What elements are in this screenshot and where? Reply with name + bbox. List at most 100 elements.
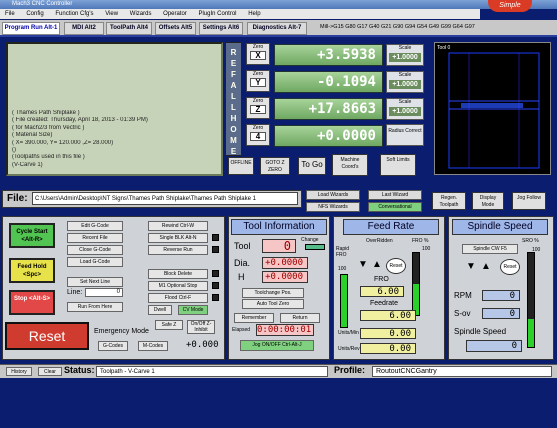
remember-button[interactable]: Remember	[234, 313, 274, 323]
flood-button[interactable]: Flood Ctrl-F	[148, 293, 208, 303]
dro-x[interactable]: +3.5938	[274, 44, 383, 66]
jog-toggle-button[interactable]: Jog ON/OFF Ctrl-Alt-J	[240, 340, 314, 351]
offline-button[interactable]: OFFLINE	[228, 157, 254, 175]
menu-operator[interactable]: Operator	[163, 11, 187, 17]
safe-z-button[interactable]: Safe Z	[155, 320, 183, 330]
feed-reset-button[interactable]: Reset	[386, 258, 406, 274]
machine-coords-button[interactable]: Machine Coord's	[332, 154, 368, 176]
rewind-button[interactable]: Rewind Ctrl-W	[148, 221, 208, 231]
dro-y[interactable]: -0.1094	[274, 71, 383, 93]
history-button[interactable]: History	[6, 367, 32, 376]
feedrate-value[interactable]: 6.00	[360, 310, 416, 321]
elapsed-time: 0:00:00:01	[256, 324, 314, 336]
reverse-run-button[interactable]: Reverse Run	[148, 245, 208, 255]
fro-slider[interactable]	[412, 252, 420, 316]
tool-number[interactable]: 0	[262, 239, 296, 253]
tab-toolpath[interactable]: ToolPath Alt4	[106, 22, 152, 35]
mcodes-button[interactable]: M-Codes	[138, 341, 168, 351]
tool-diameter[interactable]: +0.0000	[262, 257, 308, 269]
spindle-up-icon[interactable]: ▲	[481, 261, 491, 272]
zero-x-button[interactable]: Zero X	[246, 43, 270, 65]
ref-letter: L	[231, 103, 236, 112]
regen-toolpath-button[interactable]: Regen. Toolpath	[432, 192, 466, 210]
zero-4-button[interactable]: Zero 4	[246, 124, 270, 146]
load-gcode-button[interactable]: Load G-Code	[67, 257, 123, 267]
display-mode-button[interactable]: Display Mode	[472, 192, 504, 210]
rapid-fro-slider[interactable]	[340, 274, 348, 328]
edit-gcode-button[interactable]: Edit G-Code	[67, 221, 123, 231]
gcode-line: ( Material Size)	[12, 132, 53, 139]
nfs-wizards-button[interactable]: NFS Wizards	[306, 202, 360, 212]
screen-tab-bar: Program Run Alt-1 MDI Alt2 ToolPath Alt4…	[0, 20, 557, 37]
tab-offsets[interactable]: Offsets Alt5	[155, 22, 196, 35]
conversational-button[interactable]: Conversational	[368, 202, 422, 212]
sov-value: 0	[482, 308, 520, 319]
soft-limits-button[interactable]: Soft Limits	[380, 154, 416, 176]
tab-program-run[interactable]: Program Run Alt-1	[2, 22, 60, 35]
goto-zero-button[interactable]: GOTO Z ZERO	[260, 157, 290, 175]
set-next-line-button[interactable]: Set Next Line	[67, 277, 123, 287]
gcode-display[interactable]: ( Thames Path Shiplake ) ( File created:…	[6, 42, 223, 176]
ref-letter: R	[230, 48, 237, 57]
auto-tool-zero-button[interactable]: Auto Tool Zero	[242, 299, 304, 309]
recent-file-button[interactable]: Recent File	[67, 233, 123, 243]
feed-hold-button[interactable]: Feed Hold <Spc>	[9, 258, 55, 283]
tab-mdi[interactable]: MDI Alt2	[64, 22, 104, 35]
tab-settings[interactable]: Settings Alt6	[199, 22, 243, 35]
toolchange-pos-button[interactable]: Toolchange Pos.	[242, 288, 304, 298]
profile-label: Profile:	[334, 365, 366, 375]
line-number-field[interactable]: 0	[85, 288, 123, 297]
menu-file[interactable]: File	[5, 11, 15, 17]
spindle-reset-button[interactable]: Reset	[500, 259, 520, 275]
block-delete-button[interactable]: Block Delete	[148, 269, 208, 279]
menu-function-cfg[interactable]: Function Cfg's	[55, 11, 93, 17]
m1-optional-stop-button[interactable]: M1 Optional Stop	[148, 281, 208, 291]
units-rev-label: Units/Rev	[338, 346, 360, 352]
stop-button[interactable]: Stop <Alt-S>	[9, 290, 55, 315]
fro-value[interactable]: 6.00	[360, 286, 404, 297]
menu-help[interactable]: Help	[248, 11, 260, 17]
single-block-button[interactable]: Single BLK Alt-N	[148, 233, 208, 243]
feedrate-label: Feedrate	[370, 300, 399, 307]
tab-diagnostics[interactable]: Diagnostics Alt-7	[247, 22, 307, 35]
reset-button[interactable]: Reset	[5, 322, 89, 350]
gcodes-button[interactable]: G-Codes	[98, 341, 128, 351]
feed-up-icon[interactable]: ▲	[372, 259, 382, 270]
h-label: H	[238, 272, 245, 282]
jog-follow-button[interactable]: Jog Follow	[512, 192, 546, 210]
ref-all-home-button[interactable]: R E F A L L H O M E	[225, 42, 242, 156]
spindle-cw-button[interactable]: Spindle CW F5	[462, 244, 518, 254]
dro-z[interactable]: +17.8663	[274, 98, 383, 120]
z-inhibit-button[interactable]: On/Off Z-Inhibit	[187, 320, 215, 334]
ref-letter: O	[230, 125, 237, 134]
ref-letter: E	[230, 59, 237, 68]
ref-letter: H	[230, 114, 237, 123]
ref-letter: A	[230, 81, 237, 90]
cycle-start-button[interactable]: Cycle Start <Alt-R>	[9, 223, 55, 248]
menu-plugin-control[interactable]: PlugIn Control	[198, 11, 236, 17]
menu-config[interactable]: Config	[26, 11, 43, 17]
return-button[interactable]: Return	[280, 313, 320, 323]
sov-label: S-ov	[454, 309, 471, 318]
dro-4[interactable]: +0.0000	[274, 125, 383, 147]
close-gcode-button[interactable]: Close G-Code	[67, 245, 123, 255]
toolpath-display[interactable]: Tool 0	[434, 42, 551, 175]
feed-down-icon[interactable]: ▼	[358, 259, 368, 270]
menu-view[interactable]: View	[105, 11, 118, 17]
zero-z-button[interactable]: Zero Z	[246, 97, 270, 119]
clear-button[interactable]: Clear	[38, 367, 62, 376]
load-wizards-button[interactable]: Load Wizards	[306, 190, 360, 200]
file-path-display: C:\Users\Admin\Desktop\NT Signs\Thames P…	[32, 192, 298, 205]
zero-y-button[interactable]: Zero Y	[246, 70, 270, 92]
to-go-button[interactable]: To Go	[298, 157, 326, 175]
sro-slider[interactable]	[527, 252, 535, 348]
gcode-modes: Mill->G15 G80 G17 G40 G21 G90 G94 G54 G4…	[320, 24, 475, 30]
last-wizard-button[interactable]: Last Wizard	[368, 190, 422, 200]
dia-label: Dia.	[234, 258, 251, 268]
tool-height[interactable]: +0.0000	[262, 271, 308, 283]
menu-wizards[interactable]: Wizards	[130, 11, 152, 17]
spindle-down-icon[interactable]: ▼	[466, 261, 476, 272]
spindle-speed-value[interactable]: 0	[466, 340, 522, 352]
units-min-label: Units/Min	[338, 330, 359, 336]
run-from-here-button[interactable]: Run From Here	[67, 302, 123, 312]
